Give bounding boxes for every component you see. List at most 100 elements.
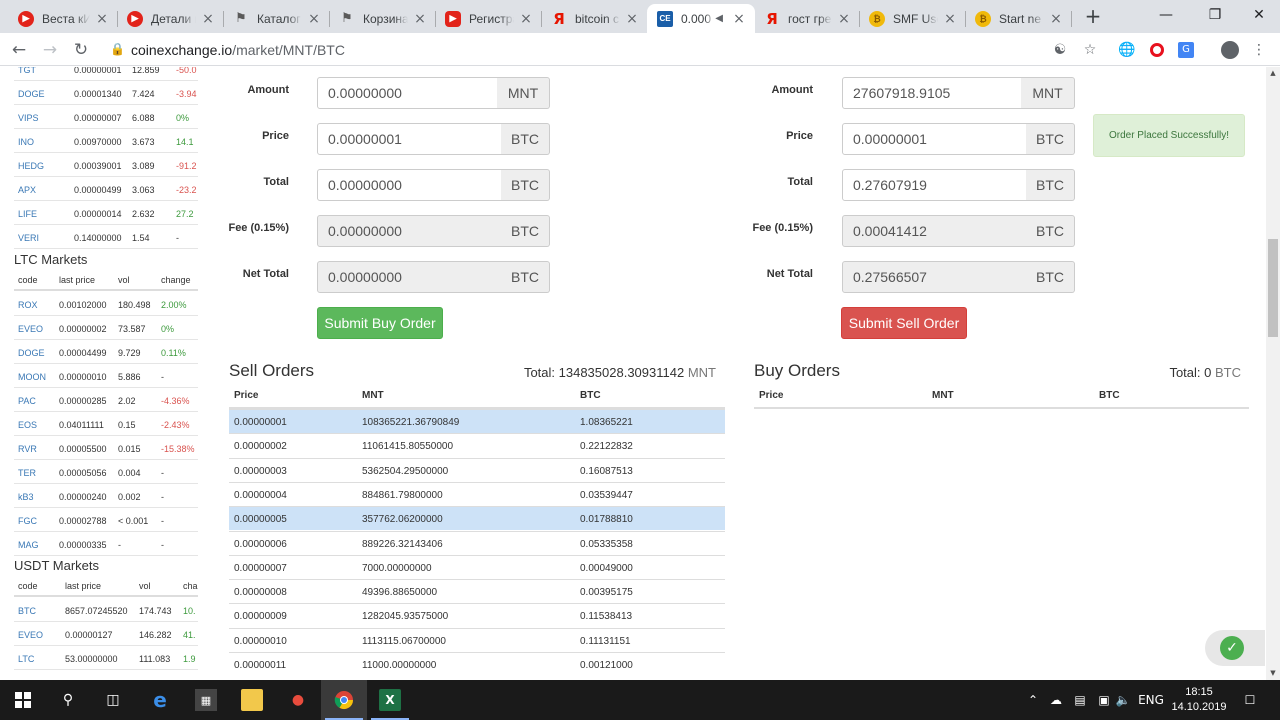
market-code[interactable]: VIPS [18, 113, 39, 123]
col-change[interactable]: change [161, 275, 191, 285]
market-row[interactable]: PAC 0.00000285 2.02 -4.36% [14, 388, 198, 412]
profile-avatar-icon[interactable] [1219, 39, 1241, 61]
calculator-taskbar-button[interactable]: ▦ [183, 680, 229, 720]
market-code[interactable]: DOGE [18, 348, 45, 358]
browser-tab[interactable]: Яbitcoin c × [541, 4, 648, 33]
market-row[interactable]: kB3 0.00000240 0.002 - [14, 484, 198, 508]
search-button[interactable]: ⚲ [45, 680, 91, 720]
chrome-taskbar-button[interactable] [321, 680, 367, 720]
close-icon[interactable]: × [94, 11, 110, 27]
market-row[interactable]: VIPS 0.00000007 6.088 0% [14, 105, 198, 129]
submit-buy-order-button[interactable]: Submit Buy Order [317, 307, 443, 339]
market-code[interactable]: LTC [18, 654, 34, 664]
reload-button[interactable]: ↻ [68, 37, 94, 63]
market-row[interactable]: TGT 0.00000001 12.859 -50.0 [14, 67, 198, 81]
market-code[interactable]: VERI [18, 233, 39, 243]
translate-icon[interactable]: ☯ [1049, 39, 1071, 61]
sell-order-row[interactable]: 0.00000008 49396.88650000 0.00395175 [229, 579, 725, 603]
submit-sell-order-button[interactable]: Submit Sell Order [841, 307, 967, 339]
close-icon[interactable]: × [412, 11, 428, 27]
back-button[interactable]: ← [6, 37, 32, 63]
browser-tab[interactable]: ₿ SMF Use × [859, 4, 966, 33]
opera-extension-icon[interactable] [1146, 39, 1168, 61]
market-code[interactable]: ROX [18, 300, 38, 310]
col-vol[interactable]: vol [139, 581, 151, 591]
bookmark-star-icon[interactable]: ☆ [1079, 39, 1101, 61]
market-code[interactable]: EVEO [18, 630, 43, 640]
market-row[interactable]: BTC 8657.07245520 174.743 10. [14, 598, 198, 622]
buy-price-input[interactable]: 0.00000001 [317, 123, 502, 155]
market-row[interactable]: EOS 0.04011111 0.15 -2.43% [14, 412, 198, 436]
status-check-widget[interactable]: ✓ [1205, 630, 1265, 666]
market-row[interactable]: EVEO 0.00000002 73.587 0% [14, 316, 198, 340]
sell-order-row[interactable]: 0.00000011 11000.00000000 0.00121000 [229, 652, 725, 676]
sell-order-row[interactable]: 0.00000010 1113115.06700000 0.11131151 [229, 627, 725, 652]
browser-tab[interactable]: ₿ Start ne × [965, 4, 1072, 33]
market-code[interactable]: DOGE [18, 89, 45, 99]
market-row[interactable]: DOGE 0.00004499 9.729 0.11% [14, 340, 198, 364]
market-code[interactable]: TGT [18, 67, 36, 75]
col-vol[interactable]: vol [118, 275, 130, 285]
page-scrollbar[interactable]: ▲ ▼ [1266, 67, 1280, 680]
market-code[interactable]: BTC [18, 606, 36, 616]
app-taskbar-button[interactable]: ● [275, 680, 321, 720]
market-code[interactable]: INO [18, 137, 34, 147]
minimize-button[interactable]: — [1143, 0, 1189, 30]
market-row[interactable]: ROX 0.00102000 180.498 2.00% [14, 292, 198, 316]
market-row[interactable]: TER 0.00005056 0.004 - [14, 460, 198, 484]
market-code[interactable]: EOS [18, 420, 37, 430]
close-icon[interactable]: × [1048, 11, 1064, 27]
scroll-up-icon[interactable]: ▲ [1266, 69, 1280, 77]
market-code[interactable]: APX [18, 185, 36, 195]
market-row[interactable]: MAG 0.00000335 - - [14, 532, 198, 556]
market-code[interactable]: FGC [18, 516, 37, 526]
task-view-button[interactable]: ◫ [90, 680, 136, 720]
close-icon[interactable]: × [518, 11, 534, 27]
col-btc[interactable]: BTC [1099, 390, 1120, 401]
address-bar[interactable]: coinexchange.io/market/MNT/BTC [131, 42, 345, 58]
excel-taskbar-button[interactable]: X [367, 680, 413, 720]
market-row[interactable]: RVR 0.00005500 0.015 -15.38% [14, 436, 198, 460]
market-code[interactable]: MAG [18, 540, 39, 550]
market-row[interactable]: HEDG 0.00039001 3.089 -91.2 [14, 153, 198, 177]
market-code[interactable]: RVR [18, 444, 37, 454]
sell-order-row[interactable]: 0.00000007 7000.00000000 0.00049000 [229, 554, 725, 579]
market-row[interactable]: LTC 53.00000000 111.083 1.9 [14, 646, 198, 670]
maximize-button[interactable]: ❐ [1192, 0, 1238, 30]
network-icon[interactable]: ▤ [1069, 680, 1091, 720]
market-row[interactable]: DOGE 0.00001340 7.424 -3.94 [14, 81, 198, 105]
market-code[interactable]: kB3 [18, 492, 34, 502]
browser-tab[interactable]: Ягост гре × [754, 4, 860, 33]
browser-tab[interactable]: ▶ Регистра × [435, 4, 542, 33]
market-code[interactable]: LIFE [18, 209, 37, 219]
scrollbar-thumb[interactable] [1268, 239, 1278, 337]
sell-order-row[interactable]: 0.00000003 5362504.29500000 0.16087513 [229, 457, 725, 482]
market-row[interactable]: APX 0.00000499 3.063 -23.2 [14, 177, 198, 201]
market-row[interactable]: INO 0.00970000 3.673 14.1 [14, 129, 198, 153]
sell-order-row[interactable]: 0.00000006 889226.32143406 0.05335358 [229, 530, 725, 555]
col-change[interactable]: cha [183, 581, 198, 591]
language-indicator[interactable]: ENG [1136, 680, 1166, 720]
close-icon[interactable]: × [306, 11, 322, 27]
menu-kebab-icon[interactable]: ⋮ [1248, 39, 1270, 61]
close-icon[interactable]: × [200, 11, 216, 27]
new-tab-button[interactable]: + [1081, 4, 1105, 28]
notifications-icon[interactable]: ☐ [1238, 680, 1262, 720]
market-code[interactable]: HEDG [18, 161, 44, 171]
globe-extension-icon[interactable]: 🌐 [1116, 39, 1138, 61]
col-mnt[interactable]: MNT [362, 390, 384, 401]
col-last-price[interactable]: last price [59, 275, 95, 285]
col-mnt[interactable]: MNT [932, 390, 954, 401]
col-last-price[interactable]: last price [65, 581, 101, 591]
buy-amount-input[interactable]: 0.00000000 [317, 77, 498, 109]
browser-tab[interactable]: CE 0.000 ◀ × [647, 4, 755, 33]
forward-button[interactable]: → [37, 37, 63, 63]
start-button[interactable] [0, 680, 46, 720]
scroll-down-icon[interactable]: ▼ [1266, 669, 1280, 677]
sell-order-row[interactable]: 0.00000005 357762.06200000 0.01788810 [229, 506, 725, 531]
close-icon[interactable]: × [624, 11, 640, 27]
col-price[interactable]: Price [759, 390, 783, 401]
market-code[interactable]: MOON [18, 372, 46, 382]
col-code[interactable]: code [18, 275, 38, 285]
sell-order-row[interactable]: 0.00000009 1282045.93575000 0.11538413 [229, 603, 725, 627]
